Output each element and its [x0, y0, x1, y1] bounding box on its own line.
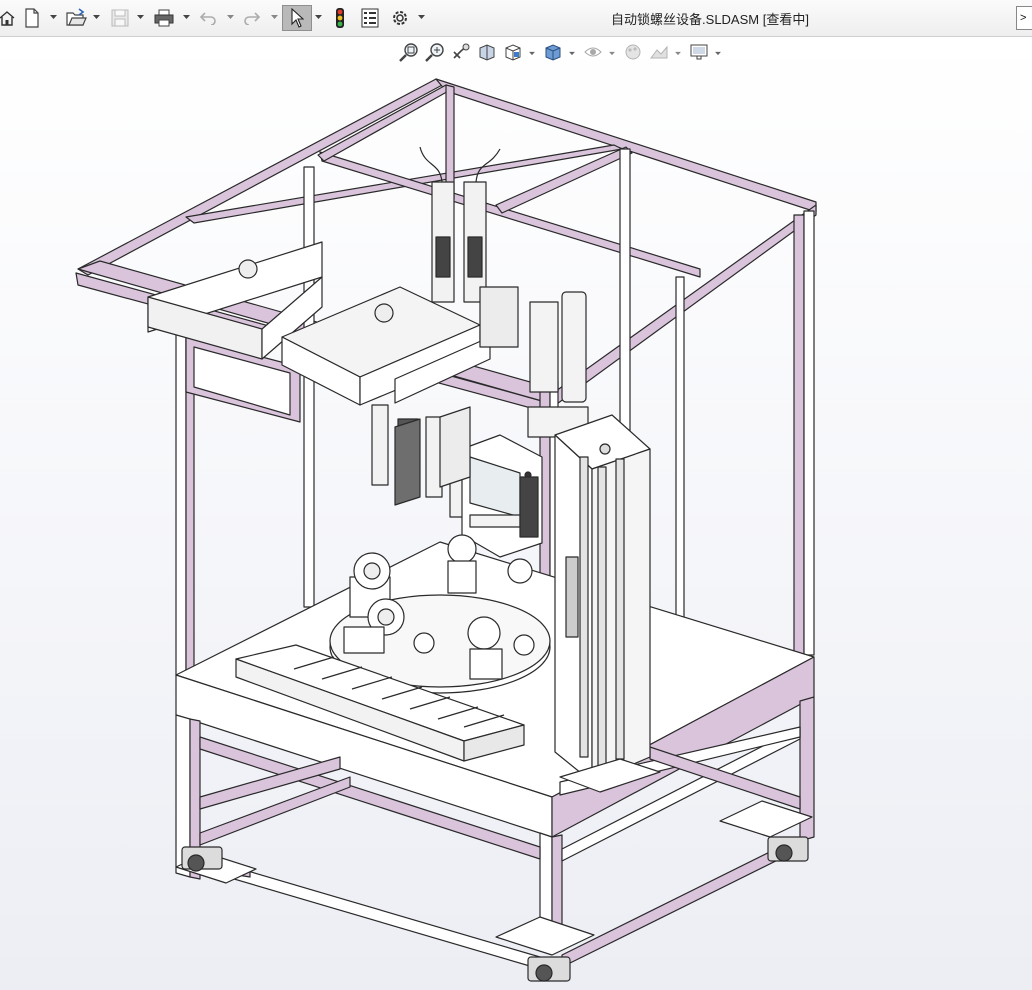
save-icon[interactable] [108, 5, 132, 31]
assembly-model[interactable] [0, 37, 1032, 990]
traffic-light-icon[interactable] [330, 5, 350, 31]
open-folder-icon[interactable] [64, 5, 88, 31]
select-dropdown-icon[interactable] [315, 14, 322, 20]
home-icon[interactable] [0, 5, 16, 31]
print-icon[interactable] [152, 5, 176, 31]
properties-list-icon[interactable] [358, 5, 382, 31]
undo-dropdown-icon[interactable] [227, 14, 234, 20]
redo-icon[interactable] [240, 5, 264, 31]
graphics-area[interactable] [0, 37, 1032, 990]
options-dropdown-icon[interactable] [418, 14, 425, 20]
select-cursor-icon[interactable] [282, 5, 312, 31]
options-gear-icon[interactable] [388, 5, 412, 31]
command-search-edge[interactable]: > [1016, 6, 1032, 30]
print-dropdown-icon[interactable] [183, 14, 190, 20]
caster-wheels [181, 836, 809, 982]
redo-dropdown-icon[interactable] [271, 14, 278, 20]
new-document-icon[interactable] [22, 5, 42, 31]
undo-icon[interactable] [196, 5, 220, 31]
open-dropdown-icon[interactable] [93, 14, 100, 20]
save-dropdown-icon[interactable] [137, 14, 144, 20]
pneumatic-cylinders [527, 291, 589, 438]
new-document-dropdown-icon[interactable] [50, 14, 57, 20]
window-title: 自动锁螺丝设备.SLDASM [查看中] [611, 12, 809, 27]
main-toolbar: 自动锁螺丝设备.SLDASM [查看中] > [0, 0, 1032, 37]
